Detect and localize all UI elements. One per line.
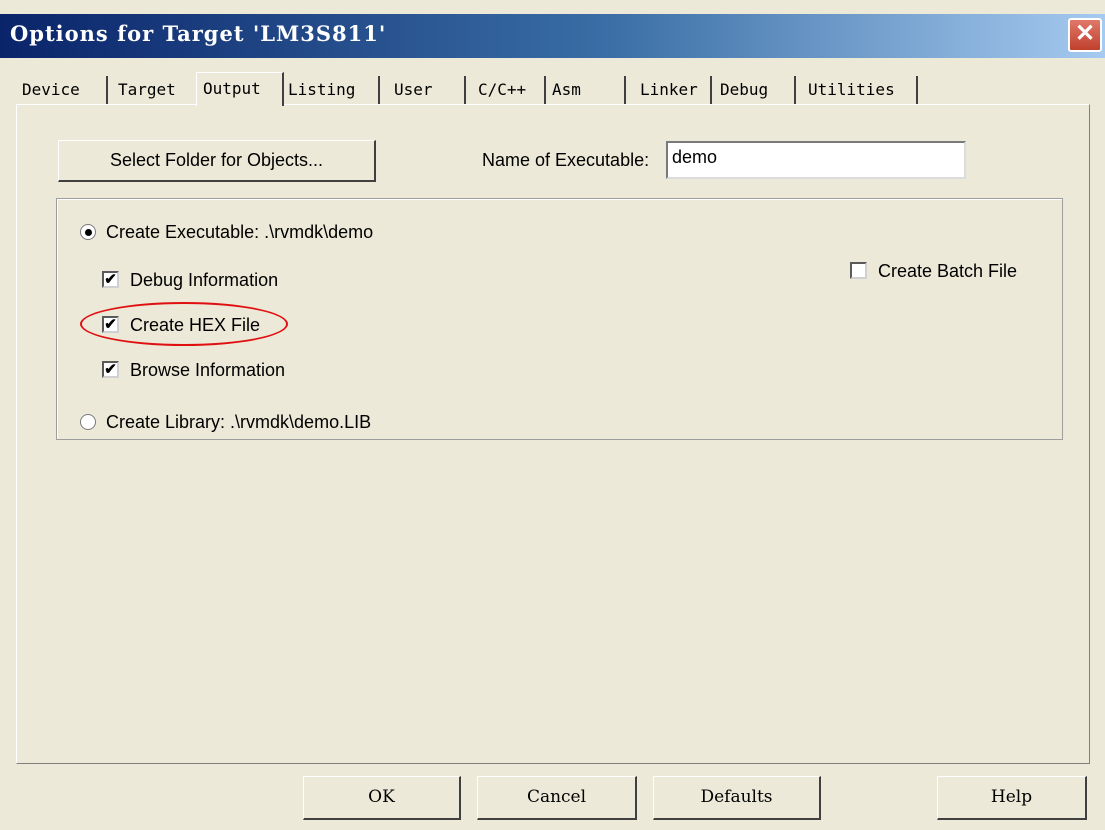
title-bar[interactable]: Options for Target 'LM3S811' ✕	[0, 14, 1105, 58]
help-button[interactable]: Help	[937, 776, 1087, 820]
debug-information-label[interactable]: Debug Information	[130, 270, 278, 291]
cancel-button[interactable]: Cancel	[477, 776, 637, 820]
tab-listing[interactable]: Listing	[288, 76, 380, 104]
tab-asm[interactable]: Asm	[542, 76, 626, 104]
create-library-label[interactable]: Create Library: .\rvmdk\demo.LIB	[106, 412, 371, 433]
tab-cpp[interactable]: C/C++	[466, 76, 546, 104]
create-hex-file-label[interactable]: Create HEX File	[130, 315, 260, 336]
tab-debug[interactable]: Debug	[710, 76, 796, 104]
dialog-title: Options for Target 'LM3S811'	[10, 21, 387, 46]
tab-output[interactable]: Output	[196, 72, 284, 106]
create-executable-label[interactable]: Create Executable: .\rvmdk\demo	[106, 222, 373, 243]
create-batch-file-checkbox[interactable]	[850, 262, 867, 279]
tab-target[interactable]: Target	[118, 76, 206, 104]
create-batch-file-label[interactable]: Create Batch File	[878, 261, 1017, 282]
radio-selected-dot	[85, 229, 92, 236]
browse-information-checkbox[interactable]: ✔	[102, 361, 119, 378]
tab-user[interactable]: User	[384, 76, 466, 104]
ok-button[interactable]: OK	[303, 776, 461, 820]
create-hex-file-checkbox[interactable]: ✔	[102, 316, 119, 333]
tab-utilities[interactable]: Utilities	[798, 76, 918, 104]
name-of-executable-input[interactable]: demo	[666, 141, 966, 179]
defaults-button[interactable]: Defaults	[653, 776, 821, 820]
close-icon[interactable]: ✕	[1068, 18, 1102, 52]
tab-linker[interactable]: Linker	[626, 76, 712, 104]
name-of-executable-label: Name of Executable:	[482, 150, 650, 170]
debug-information-checkbox[interactable]: ✔	[102, 271, 119, 288]
options-dialog: Options for Target 'LM3S811' ✕ Device Ta…	[0, 0, 1105, 830]
browse-information-label[interactable]: Browse Information	[130, 360, 285, 381]
tab-device[interactable]: Device	[22, 76, 108, 104]
create-library-radio[interactable]	[80, 414, 96, 430]
select-folder-button[interactable]: Select Folder for Objects...	[58, 140, 376, 182]
create-executable-radio[interactable]	[80, 224, 96, 240]
